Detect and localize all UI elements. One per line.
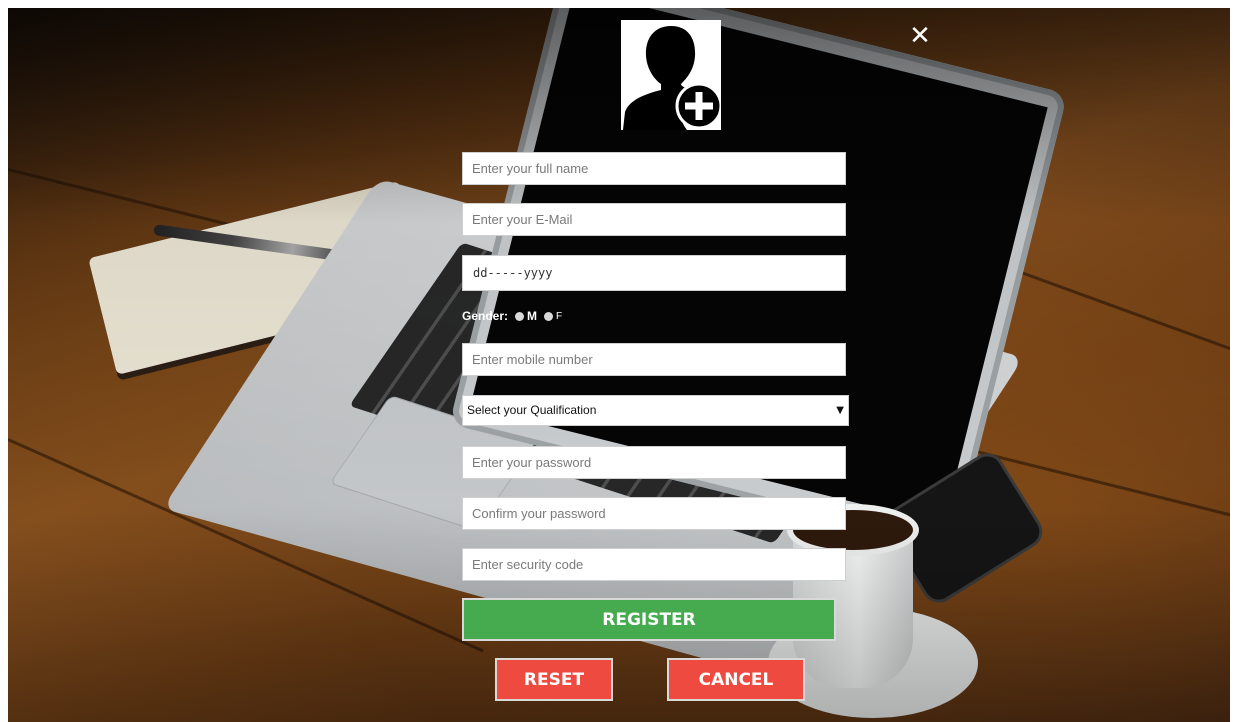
email-input[interactable] [462, 203, 846, 236]
gender-radio-male[interactable] [515, 311, 525, 321]
qualification-select-value: Select your Qualification [467, 403, 597, 417]
password-input[interactable] [462, 446, 846, 479]
gender-option-male-label: M [527, 309, 538, 323]
reset-button[interactable]: RESET [495, 658, 613, 701]
confirm-password-input[interactable] [462, 497, 846, 530]
qualification-select[interactable]: Select your Qualification ▼ [462, 395, 849, 426]
mobile-number-input[interactable] [462, 343, 846, 376]
cancel-button[interactable]: CANCEL [667, 658, 805, 701]
gender-radio-female[interactable] [544, 311, 554, 321]
caret-down-icon: ▼ [836, 405, 844, 416]
gender-option-female-label: F [556, 310, 563, 322]
gender-label: Gender: [462, 309, 509, 323]
date-of-birth-input[interactable]: dd-----yyyy [462, 255, 846, 291]
gender-group: Gender: M F [462, 308, 562, 324]
full-name-input[interactable] [462, 152, 846, 185]
user-add-icon [621, 20, 723, 130]
security-code-input[interactable] [462, 548, 846, 581]
close-icon[interactable]: ✕ [908, 23, 932, 49]
register-button[interactable]: REGISTER [462, 598, 836, 641]
